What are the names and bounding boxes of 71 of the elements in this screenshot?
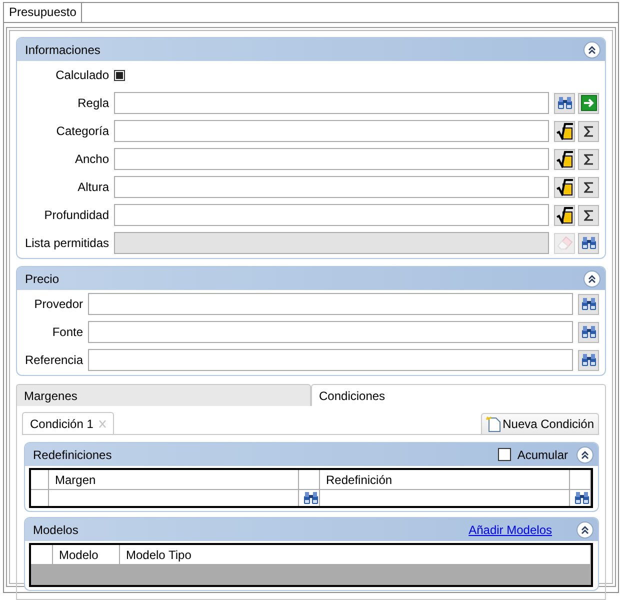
checkbox-label: Acumular [517, 448, 568, 462]
binoculars-icon [574, 491, 590, 505]
sum-button[interactable] [578, 148, 599, 170]
field-label: Categoría [55, 124, 109, 138]
text-field[interactable] [114, 120, 549, 142]
new-document-icon [486, 416, 501, 432]
search-button[interactable] [554, 92, 575, 114]
field-label: Ancho [74, 152, 109, 166]
text-field[interactable] [114, 92, 549, 114]
binoculars-icon [556, 96, 572, 110]
collapse-icon[interactable] [583, 40, 601, 58]
text-field[interactable] [114, 176, 549, 198]
sigma-icon [584, 126, 594, 136]
binoculars-icon [580, 353, 596, 367]
square-root-icon [556, 178, 574, 196]
panel-title: Precio [25, 272, 60, 286]
text-field[interactable] [88, 349, 573, 371]
checkbox[interactable] [498, 448, 512, 461]
collapse-icon[interactable] [583, 270, 601, 288]
square-root-icon [556, 150, 574, 168]
text-field[interactable] [88, 293, 573, 315]
text-field[interactable] [114, 148, 549, 170]
sigma-icon [584, 210, 594, 220]
formula-button[interactable] [554, 176, 575, 198]
binoculars-icon [303, 491, 319, 505]
column-header: Margen [49, 470, 299, 490]
search-button[interactable] [578, 322, 599, 342]
square-root-icon [556, 206, 574, 224]
square-root-icon [556, 122, 574, 140]
add-models-link[interactable]: Añadir Modelos [468, 522, 552, 536]
formula-button[interactable] [554, 120, 575, 142]
sigma-icon [584, 182, 594, 192]
field-label: Provedor [33, 297, 83, 311]
search-button[interactable] [578, 350, 599, 370]
field-label: Fonte [51, 325, 83, 339]
field-label: Altura [76, 180, 109, 194]
tab[interactable]: Condiciones [311, 384, 606, 406]
eraser-icon [556, 236, 572, 250]
column-header [299, 470, 320, 490]
sum-button[interactable] [578, 120, 599, 142]
formula-button[interactable] [554, 148, 575, 170]
field-label: Regla [76, 96, 109, 110]
arrow-right-icon [580, 95, 596, 111]
formula-button[interactable] [554, 204, 575, 226]
panel-title: Modelos [33, 522, 80, 536]
field-label: Calculado [54, 68, 109, 82]
field-label: Lista permitidas [24, 236, 109, 250]
column-header [570, 470, 591, 490]
new-condition-button[interactable]: Nueva Condición [480, 413, 599, 434]
panel-title: Redefiniciones [33, 448, 113, 462]
column-header: Redefinición [320, 470, 570, 490]
text-field[interactable] [114, 204, 549, 226]
sum-button[interactable] [578, 176, 599, 198]
search-button[interactable] [578, 294, 599, 314]
search-button[interactable] [578, 232, 599, 254]
binoculars-icon [580, 297, 596, 311]
tab[interactable]: Margenes [16, 384, 311, 406]
go-button[interactable] [578, 92, 599, 114]
checkbox[interactable] [114, 70, 125, 80]
binoculars-icon [580, 236, 596, 250]
collapse-icon[interactable] [576, 520, 594, 538]
sum-button[interactable] [578, 204, 599, 226]
field-label: Referencia [24, 353, 83, 367]
collapse-icon[interactable] [576, 446, 594, 464]
corner-cell [31, 470, 49, 490]
sigma-icon [584, 154, 594, 164]
tab[interactable]: Condición 1 [22, 412, 114, 434]
binoculars-icon [580, 325, 596, 339]
field-label: Profundidad [43, 208, 109, 222]
panel-title: Informaciones [25, 42, 102, 56]
text-field[interactable] [88, 321, 573, 343]
